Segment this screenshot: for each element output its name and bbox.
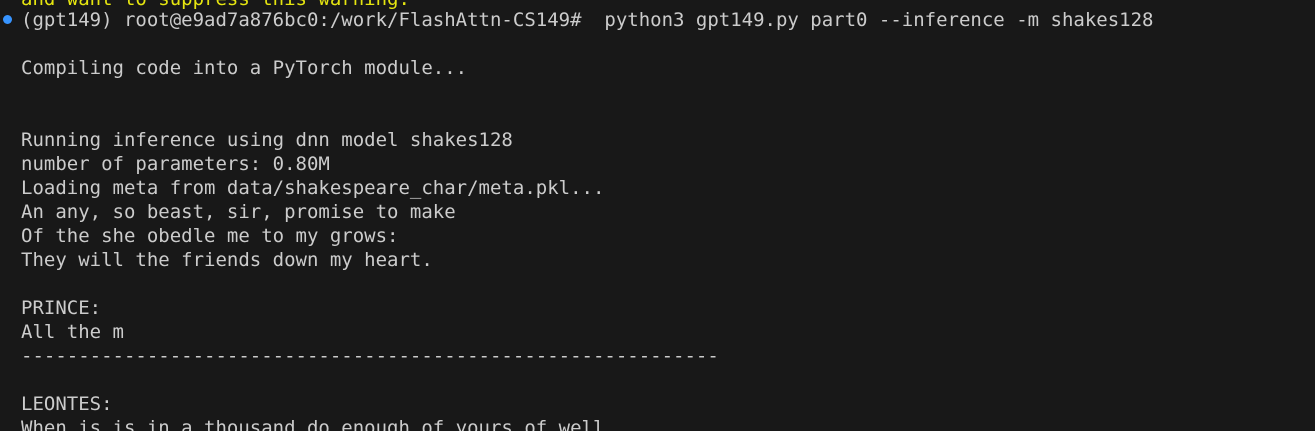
output-line: Running inference using dnn model shakes… <box>21 129 513 151</box>
output-line: LEONTES: <box>21 393 113 415</box>
output-line: Loading meta from data/shakespeare_char/… <box>21 177 605 199</box>
output-line: They will the friends down my heart. <box>21 249 433 271</box>
output-line: When is is in a thousand do enough of yo… <box>21 417 605 431</box>
prompt-status-icon[interactable] <box>3 15 12 24</box>
output-line: number of parameters: 0.80M <box>21 153 330 175</box>
output-line: Of the she obedle me to my grows: <box>21 225 399 247</box>
output-line: Compiling code into a PyTorch module... <box>21 57 468 79</box>
command-prompt: (gpt149) root@e9ad7a876bc0:/work/FlashAt… <box>21 9 1154 31</box>
output-line: PRINCE: <box>21 297 102 319</box>
output-line: An any, so beast, sir, promise to make <box>21 201 456 223</box>
terminal-window[interactable]: and want to suppress this warning. (gpt1… <box>0 0 1315 431</box>
output-line: All the m <box>21 321 124 343</box>
separator-line: ----------------------------------------… <box>21 345 719 367</box>
